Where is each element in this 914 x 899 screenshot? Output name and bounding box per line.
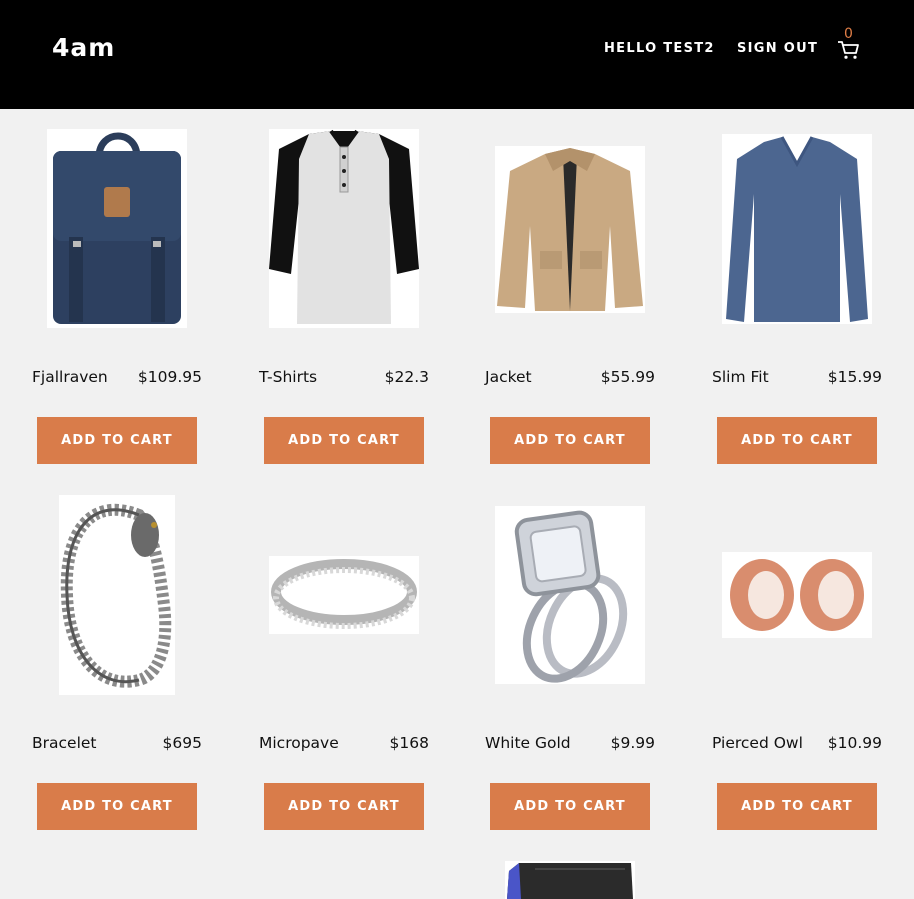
user-greeting-link[interactable]: HELLO TEST2 — [604, 41, 715, 56]
product-image-bracelet[interactable] — [59, 495, 175, 695]
product-price: $168 — [389, 734, 429, 752]
product-price: $15.99 — [827, 368, 882, 386]
product-price: $695 — [162, 734, 202, 752]
product-price: $109.95 — [137, 368, 202, 386]
product-image-white-gold-ring[interactable] — [495, 506, 645, 684]
product-name[interactable]: Jacket — [485, 368, 532, 386]
product-image-pierced-owl-plugs[interactable] — [722, 552, 872, 638]
product-price: $55.99 — [600, 368, 655, 386]
product-image-jacket[interactable] — [495, 146, 645, 313]
add-to-cart-button[interactable]: ADD TO CART — [490, 783, 650, 830]
add-to-cart-button[interactable]: ADD TO CART — [264, 783, 424, 830]
cart-button[interactable]: 0 — [837, 26, 863, 62]
add-to-cart-button[interactable]: ADD TO CART — [490, 417, 650, 464]
shopping-cart-icon — [838, 41, 859, 59]
product-name[interactable]: Bracelet — [32, 734, 96, 752]
sign-out-link[interactable]: SIGN OUT — [737, 41, 818, 56]
product-image-slim-fit-shirt[interactable] — [722, 134, 872, 324]
add-to-cart-button[interactable]: ADD TO CART — [717, 417, 877, 464]
product-name[interactable]: Micropave — [259, 734, 339, 752]
product-price: $10.99 — [827, 734, 882, 752]
add-to-cart-button[interactable]: ADD TO CART — [37, 783, 197, 830]
brand-logo[interactable]: 4am — [52, 33, 115, 62]
product-image-partial[interactable] — [505, 861, 635, 899]
product-price: $22.3 — [384, 368, 429, 386]
product-price: $9.99 — [610, 734, 655, 752]
add-to-cart-button[interactable]: ADD TO CART — [717, 783, 877, 830]
product-image-micropave-ring[interactable] — [269, 556, 419, 634]
product-image-tshirt[interactable] — [269, 129, 419, 328]
add-to-cart-button[interactable]: ADD TO CART — [264, 417, 424, 464]
product-name[interactable]: Fjallraven — [32, 368, 108, 386]
product-image-backpack[interactable] — [47, 129, 187, 328]
product-name[interactable]: Slim Fit — [712, 368, 769, 386]
add-to-cart-button[interactable]: ADD TO CART — [37, 417, 197, 464]
product-name[interactable]: T-Shirts — [259, 368, 317, 386]
top-navbar: 4am HELLO TEST2 SIGN OUT 0 — [0, 0, 914, 109]
